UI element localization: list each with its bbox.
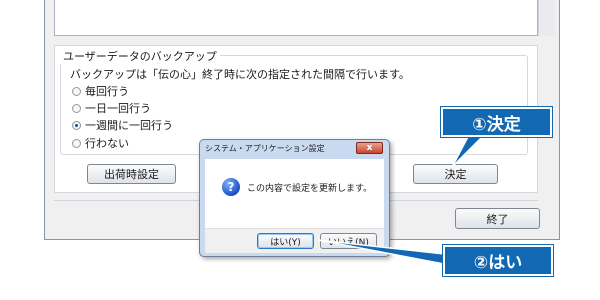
callout-step1-confirm: ①決定 <box>441 107 552 137</box>
callout-step2-yes: ②はい <box>443 245 553 276</box>
callout-pointer-step2 <box>317 239 445 265</box>
callout-pointer-step1 <box>451 132 488 168</box>
